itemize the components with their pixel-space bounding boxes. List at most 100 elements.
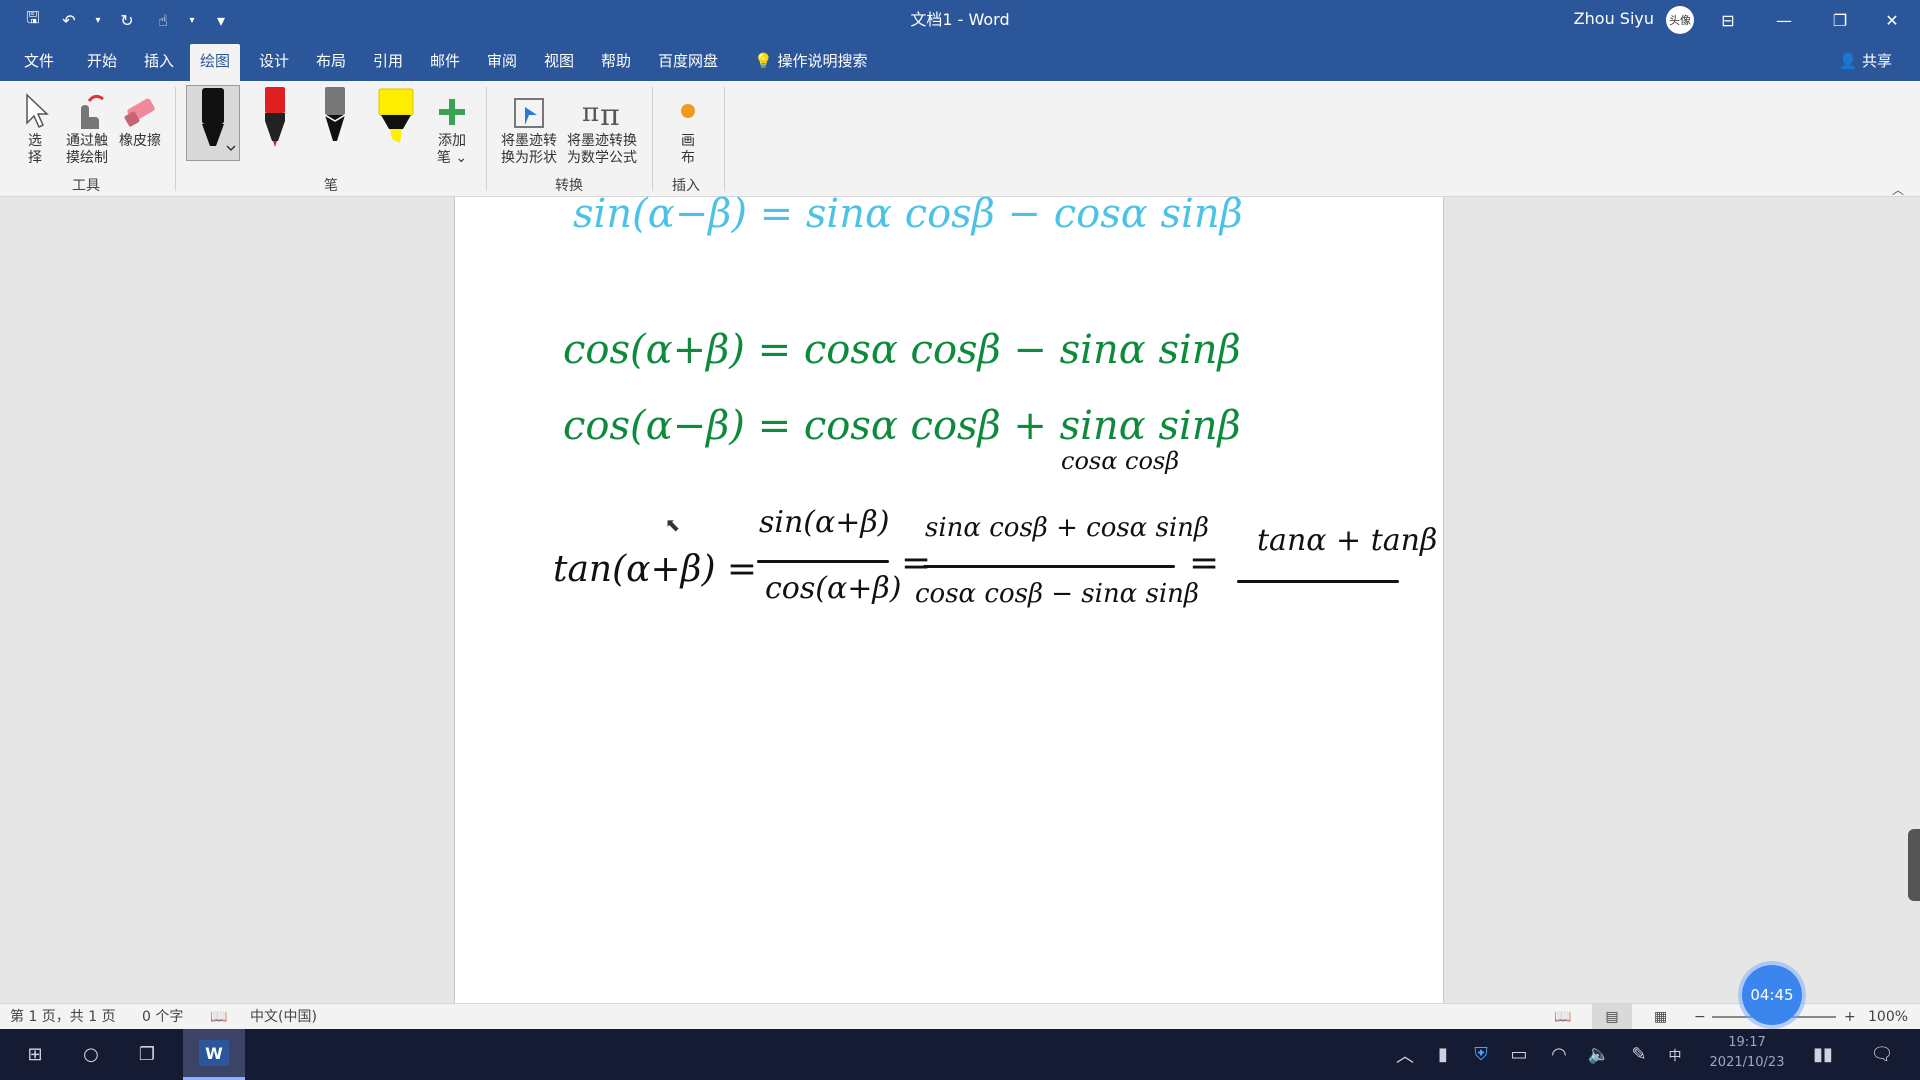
- shield-icon[interactable]: ⛨: [1466, 1029, 1496, 1080]
- document-area: sin(α−β) = sinα cosβ − cosα sinβ cos(α+β…: [0, 191, 1920, 1003]
- web-layout-icon[interactable]: ▦: [1654, 1004, 1667, 1030]
- fraction-bar-2: [923, 565, 1175, 568]
- clock-time: 19:17: [1728, 1035, 1766, 1050]
- touch-dropdown-icon[interactable]: ▾: [186, 7, 198, 33]
- ribbon-display-icon[interactable]: ⊟: [1700, 0, 1756, 40]
- start-icon[interactable]: ⊞: [10, 1029, 60, 1080]
- tab-baidu-netdisk[interactable]: 百度网盘: [648, 44, 728, 81]
- taskbar-clock[interactable]: 19:17 2021/10/23: [1692, 1033, 1802, 1073]
- minimize-icon[interactable]: —: [1756, 0, 1812, 40]
- plus-icon: [439, 99, 465, 125]
- ribbon-separator: [724, 87, 725, 191]
- undo-dropdown-icon[interactable]: ▾: [92, 7, 104, 33]
- undo-icon[interactable]: ↶: [56, 7, 82, 33]
- canvas-label: 画 布: [681, 133, 695, 166]
- recording-timer[interactable]: 04:45: [1742, 965, 1802, 1025]
- customize-icon[interactable]: ▾: [208, 7, 234, 33]
- close-icon[interactable]: ✕: [1864, 0, 1920, 40]
- eraser-icon: [124, 98, 155, 127]
- ink-to-shape-button[interactable]: 将墨迹转 换为形状: [496, 87, 562, 167]
- zoom-out-button[interactable]: −: [1694, 1004, 1706, 1030]
- search-icon[interactable]: ○: [66, 1029, 116, 1080]
- tab-review[interactable]: 审阅: [477, 44, 527, 81]
- pen-red[interactable]: [248, 85, 302, 161]
- tab-draw[interactable]: 绘图: [190, 44, 241, 81]
- tab-help[interactable]: 帮助: [591, 44, 641, 81]
- highlighter-yellow[interactable]: [370, 85, 424, 161]
- pencil-gray[interactable]: [308, 85, 362, 161]
- collapse-ribbon-icon[interactable]: ︿: [1892, 181, 1904, 198]
- touch-draw-label: 通过触 摸绘制: [66, 133, 108, 166]
- restore-icon[interactable]: ❐: [1812, 0, 1868, 40]
- tab-mailings[interactable]: 邮件: [420, 44, 470, 81]
- ribbon-separator: [486, 87, 487, 191]
- red-pen-icon: [265, 87, 285, 147]
- wifi-icon[interactable]: ◠: [1544, 1029, 1574, 1080]
- ink-frac1-denominator[interactable]: cos(α+β): [765, 571, 901, 606]
- read-mode-icon[interactable]: 📖: [1554, 1004, 1571, 1030]
- proofing-icon[interactable]: 📖: [210, 1004, 227, 1030]
- mouse-cursor-icon: ⬉: [665, 515, 681, 536]
- pen-black[interactable]: [186, 85, 240, 161]
- print-layout-icon[interactable]: ▤: [1592, 1004, 1632, 1030]
- page-count[interactable]: 第 1 页，共 1 页: [10, 1004, 116, 1030]
- tab-view[interactable]: 视图: [534, 44, 584, 81]
- add-pen-button[interactable]: 添加 笔 ⌄: [430, 87, 474, 167]
- tab-references[interactable]: 引用: [363, 44, 413, 81]
- svg-text:π: π: [582, 98, 599, 128]
- ink-equals-2[interactable]: =: [901, 543, 931, 584]
- eraser-label: 橡皮擦: [119, 133, 161, 149]
- ribbon-draw: 选 择 通过触 摸绘制 橡皮擦 工具 添加 笔 ⌄ 笔 将墨迹转 换为形状 π …: [0, 81, 1920, 197]
- ime-indicator-icon[interactable]: 中: [1660, 1029, 1690, 1080]
- task-view-icon[interactable]: ❐: [122, 1029, 172, 1080]
- canvas-button[interactable]: 画 布: [668, 87, 708, 167]
- tray-app-icon[interactable]: ▮: [1428, 1029, 1458, 1080]
- ribbon-separator: [175, 87, 176, 191]
- pi-math-icon: π π: [582, 98, 620, 133]
- ink-formula-cos-diff[interactable]: cos(α−β) = cosα cosβ + sinα sinβ: [563, 403, 1241, 449]
- taskbar-word[interactable]: W: [183, 1029, 245, 1080]
- ink-annotation-cos-cos[interactable]: cosα cosβ: [1061, 447, 1179, 475]
- volume-icon[interactable]: 🔈: [1584, 1029, 1614, 1080]
- ink-frac3-numerator[interactable]: tanα + tanβ: [1257, 523, 1437, 558]
- language-indicator[interactable]: 中文(中国): [250, 1004, 317, 1030]
- user-name[interactable]: Zhou Siyu: [1574, 0, 1654, 40]
- zoom-in-button[interactable]: +: [1844, 1004, 1856, 1030]
- redo-icon[interactable]: ↻: [114, 7, 140, 33]
- avatar[interactable]: 头像: [1666, 6, 1694, 34]
- share-button[interactable]: 👤 共享: [1839, 44, 1892, 81]
- chevron-up-icon[interactable]: ︿: [1390, 1029, 1420, 1080]
- tab-home[interactable]: 开始: [77, 44, 127, 81]
- ink-frac2-denominator[interactable]: cosα cosβ − sinα sinβ: [915, 579, 1199, 609]
- ink-formula-sin-diff[interactable]: sin(α−β) = sinα cosβ − cosα sinβ: [573, 191, 1243, 237]
- ink-equals-3[interactable]: =: [1189, 543, 1219, 584]
- ink-formula-cos-sum[interactable]: cos(α+β) = cosα cosβ − sinα sinβ: [563, 327, 1241, 373]
- ink-tan-lhs[interactable]: tan(α+β) =: [553, 549, 757, 590]
- recorder-icon[interactable]: ▮▮: [1808, 1029, 1838, 1080]
- quick-access-toolbar: 🖫 ↶ ▾ ↻ ☝ ▾ ▾: [20, 0, 234, 40]
- tell-me-search[interactable]: 💡 操作说明搜索: [744, 44, 877, 81]
- eraser-button[interactable]: 橡皮擦: [116, 87, 164, 150]
- ink-frac1-numerator[interactable]: sin(α+β): [759, 505, 889, 540]
- word-count[interactable]: 0 个字: [142, 1004, 183, 1030]
- tab-layout[interactable]: 布局: [306, 44, 356, 81]
- ink-to-math-button[interactable]: π π 将墨迹转换 为数学公式: [562, 87, 642, 167]
- ink-to-shape-label: 将墨迹转 换为形状: [501, 133, 557, 166]
- zoom-level[interactable]: 100%: [1868, 1004, 1908, 1030]
- touch-mode-icon[interactable]: ☝: [150, 7, 176, 33]
- tab-insert[interactable]: 插入: [134, 44, 184, 81]
- ink-frac2-numerator[interactable]: sinα cosβ + cosα sinβ: [925, 513, 1209, 543]
- touch-draw-button[interactable]: 通过触 摸绘制: [62, 87, 112, 167]
- cursor-arrow-icon: [26, 93, 49, 129]
- tab-file[interactable]: 文件: [14, 44, 64, 81]
- add-pen-label: 添加 笔 ⌄: [436, 133, 468, 166]
- save-icon[interactable]: 🖫: [20, 7, 46, 33]
- select-button[interactable]: 选 择: [20, 87, 50, 167]
- battery-icon[interactable]: ▭: [1504, 1029, 1534, 1080]
- document-page[interactable]: sin(α−β) = sinα cosβ − cosα sinβ cos(α+β…: [454, 191, 1444, 1003]
- tab-design[interactable]: 设计: [249, 44, 299, 81]
- notification-icon[interactable]: 🗨: [1862, 1029, 1902, 1080]
- pen-tray-icon[interactable]: ✎: [1624, 1029, 1654, 1080]
- side-scroll-handle[interactable]: [1908, 829, 1920, 901]
- status-bar: 第 1 页，共 1 页 0 个字 📖 中文(中国) 📖 ▤ ▦ − + 100%: [0, 1003, 1920, 1030]
